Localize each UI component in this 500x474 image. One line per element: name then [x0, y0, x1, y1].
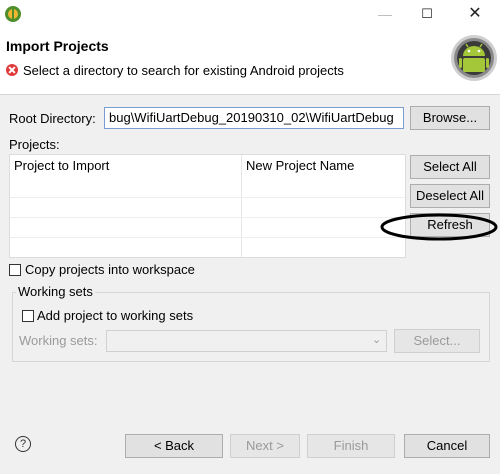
- working-sets-legend: Working sets: [16, 284, 95, 299]
- root-directory-label: Root Directory:: [9, 111, 96, 126]
- android-logo-icon: [451, 35, 497, 81]
- column-header-new-name[interactable]: New Project Name: [242, 155, 354, 177]
- help-icon[interactable]: ?: [15, 436, 31, 452]
- back-button[interactable]: < Back: [125, 434, 223, 458]
- browse-button[interactable]: Browse...: [410, 106, 490, 130]
- root-directory-input[interactable]: bug\WifiUartDebug_20190310_02\WifiUartDe…: [104, 107, 404, 129]
- close-button[interactable]: ✕: [452, 0, 498, 28]
- title-bar: — ☐ ✕: [0, 0, 500, 28]
- working-sets-label: Working sets:: [19, 333, 98, 348]
- working-sets-dropdown[interactable]: [106, 330, 387, 352]
- projects-label: Projects:: [9, 137, 60, 152]
- row-divider: [10, 217, 405, 218]
- root-directory-value: bug\WifiUartDebug_20190310_02\WifiUartDe…: [109, 110, 394, 125]
- copy-projects-checkbox[interactable]: [9, 264, 21, 276]
- select-working-sets-button[interactable]: Select...: [394, 329, 480, 353]
- maximize-button[interactable]: ☐: [404, 0, 450, 28]
- add-to-working-sets-checkbox[interactable]: [22, 310, 34, 322]
- projects-table[interactable]: Project to Import New Project Name: [9, 154, 406, 258]
- column-header-project[interactable]: Project to Import: [10, 155, 109, 177]
- finish-button[interactable]: Finish: [307, 434, 395, 458]
- chevron-down-icon: ⌄: [372, 334, 382, 346]
- page-title: Import Projects: [6, 38, 109, 54]
- next-button[interactable]: Next >: [230, 434, 300, 458]
- app-icon: [5, 6, 21, 22]
- error-icon: [6, 64, 18, 76]
- annotation-ellipse: [380, 213, 498, 241]
- row-divider: [10, 197, 405, 198]
- dialog-header: Import Projects Select a directory to se…: [0, 28, 500, 95]
- row-divider: [10, 237, 405, 238]
- select-all-button[interactable]: Select All: [410, 155, 490, 179]
- copy-projects-label[interactable]: Copy projects into workspace: [25, 262, 195, 277]
- cancel-button[interactable]: Cancel: [404, 434, 490, 458]
- minimize-button[interactable]: —: [362, 0, 408, 28]
- column-divider: [241, 155, 242, 257]
- header-message: Select a directory to search for existin…: [23, 63, 344, 78]
- deselect-all-button[interactable]: Deselect All: [410, 184, 490, 208]
- add-to-working-sets-label[interactable]: Add project to working sets: [37, 308, 193, 323]
